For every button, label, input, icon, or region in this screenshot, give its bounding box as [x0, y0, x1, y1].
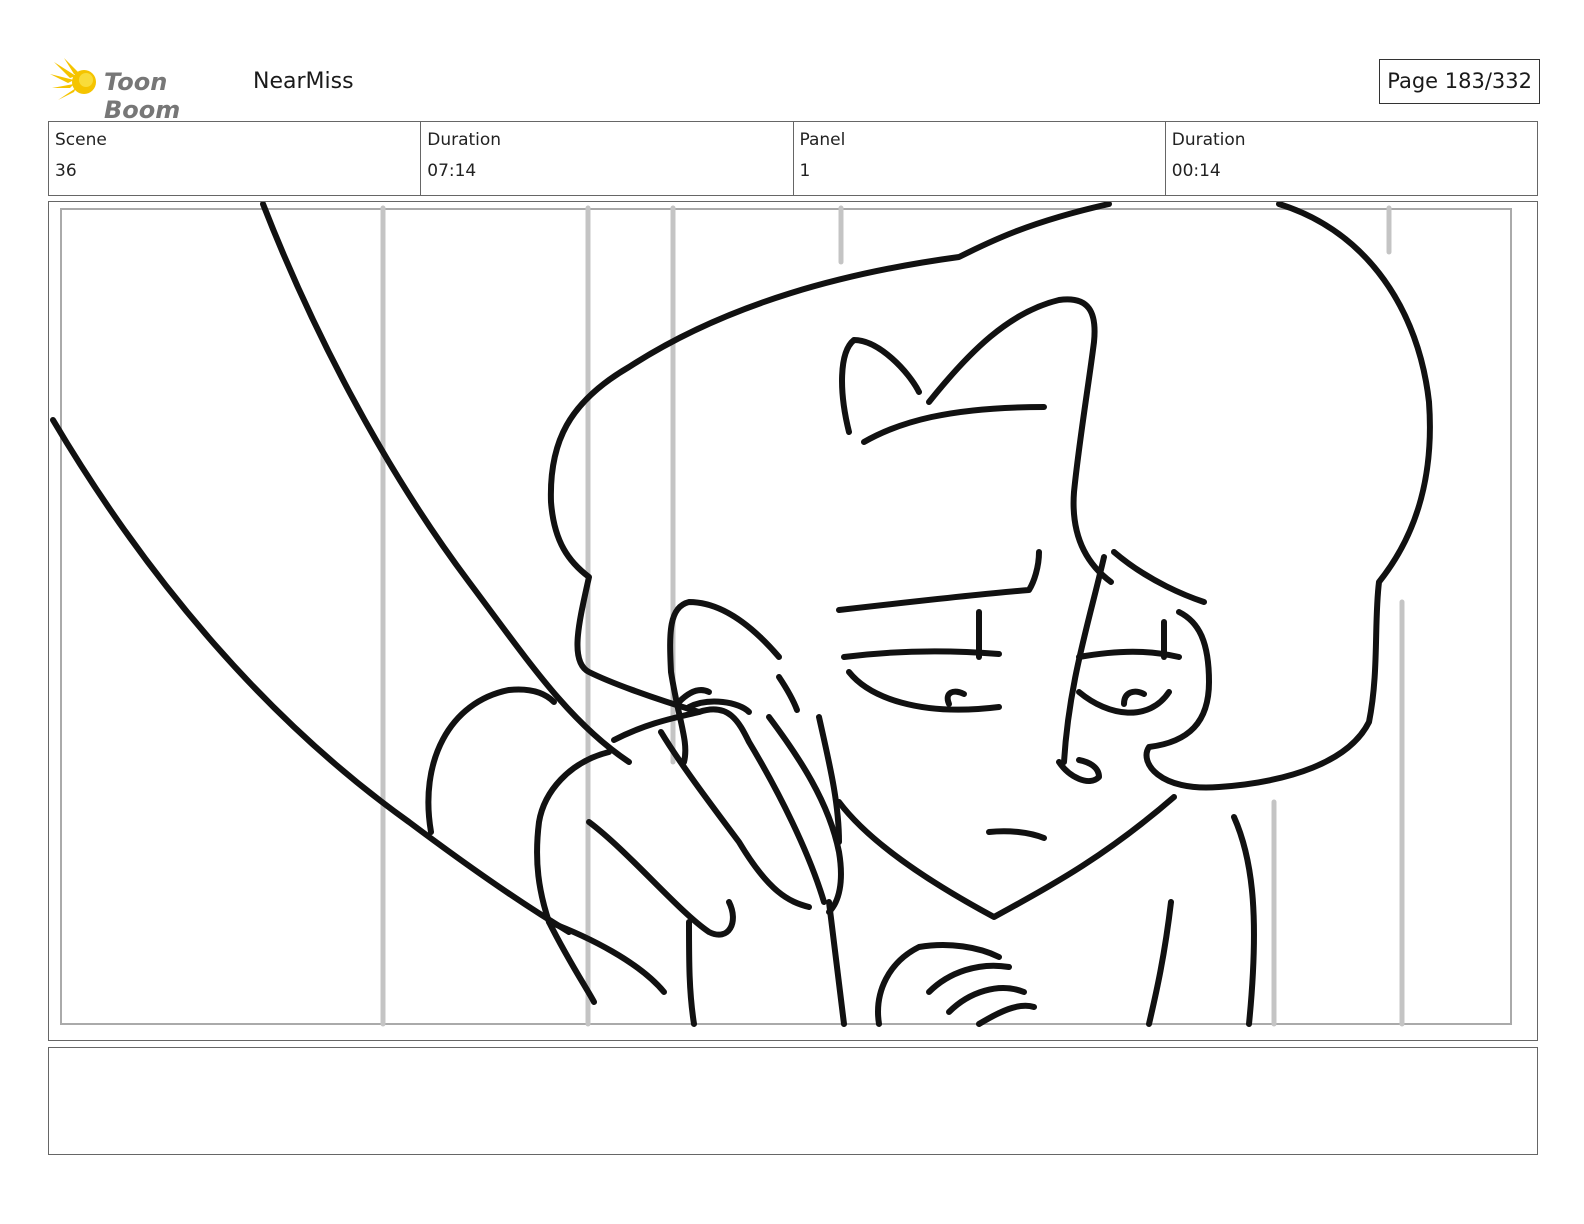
storyboard-sketch: [50, 202, 1512, 1027]
scene-label: Scene: [55, 130, 107, 150]
page-indicator: Page 183/332: [1379, 59, 1540, 104]
scene-duration-cell: Duration 07:14: [421, 122, 794, 195]
panel-notes: [48, 1047, 1538, 1155]
scene-info-table: Scene 36 Duration 07:14 Panel 1 Duration…: [48, 121, 1538, 196]
page-header: Toon Boom NearMiss Page 183/332: [50, 52, 1540, 124]
panel-label: Panel: [799, 130, 846, 150]
scene-duration-label: Duration: [427, 130, 502, 150]
project-name: NearMiss: [253, 69, 354, 94]
panel-value: 1: [799, 161, 811, 181]
scene-value: 36: [55, 161, 77, 181]
scene-cell: Scene 36: [49, 122, 422, 195]
toon-boom-logo: Toon Boom: [50, 56, 240, 124]
panel-duration-cell: Duration 00:14: [1166, 122, 1537, 195]
panel-cell: Panel 1: [794, 122, 1166, 195]
logo-text: Toon Boom: [104, 68, 181, 124]
storyboard-panel: [48, 201, 1538, 1041]
scene-duration-value: 07:14: [427, 161, 477, 181]
starburst-icon: [50, 58, 96, 100]
panel-duration-value: 00:14: [1171, 161, 1221, 181]
panel-duration-label: Duration: [1171, 130, 1246, 150]
